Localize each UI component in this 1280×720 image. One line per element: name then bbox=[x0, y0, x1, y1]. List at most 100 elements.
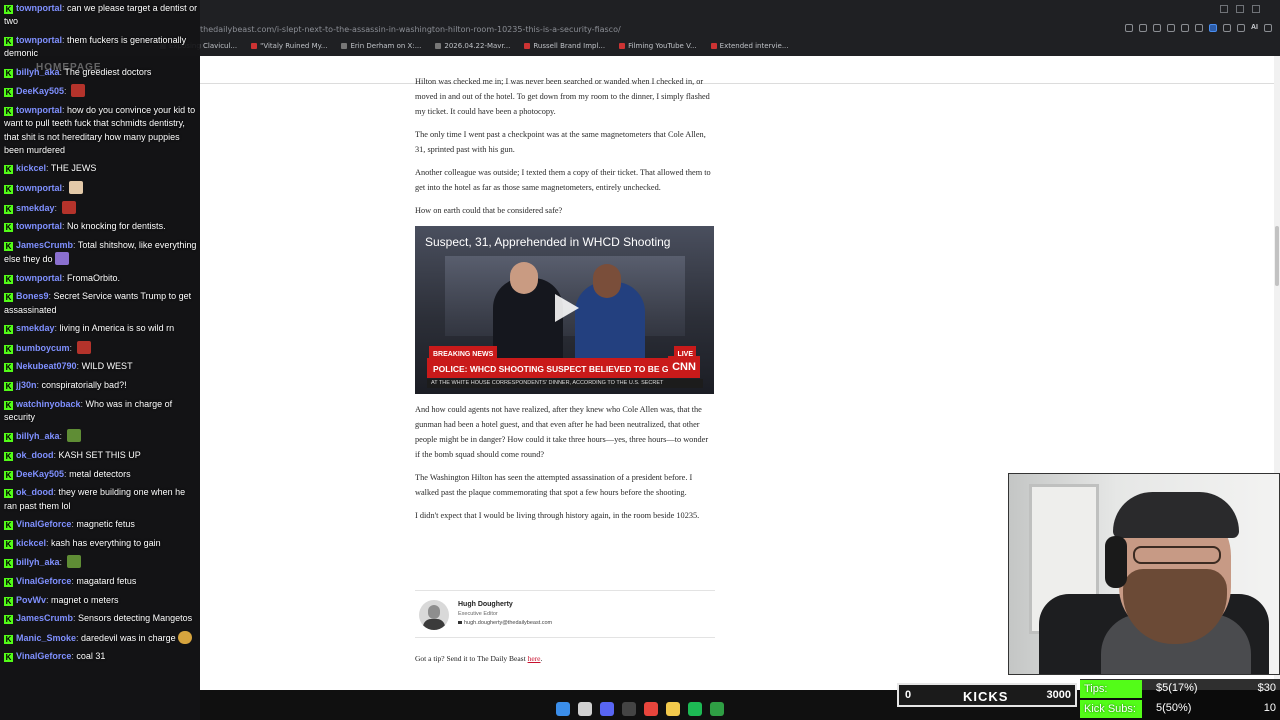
extension-icon[interactable] bbox=[1153, 24, 1161, 32]
kick-badge-icon: K bbox=[4, 36, 13, 46]
profile-icon[interactable] bbox=[1223, 24, 1231, 32]
chat-username[interactable]: watchinyoback bbox=[16, 399, 81, 409]
chat-message: Kbillyh_aka: bbox=[4, 555, 198, 569]
author-email-row[interactable]: hugh.dougherty@thedailybeast.com bbox=[458, 620, 552, 626]
bookmark-item[interactable]: 2026.04.22-Mavr... bbox=[435, 40, 510, 52]
chat-message: Kkickcel: THE JEWS bbox=[4, 162, 198, 175]
menu-icon[interactable] bbox=[1264, 24, 1272, 32]
folder-icon[interactable] bbox=[666, 702, 680, 716]
kick-badge-icon: K bbox=[4, 344, 13, 354]
maximize-icon[interactable] bbox=[1236, 5, 1244, 13]
chat-text: conspiratorially bad?! bbox=[41, 379, 127, 390]
url-text[interactable]: thedailybeast.com/i-slept-next-to-the-as… bbox=[200, 25, 621, 34]
streamer-glasses bbox=[1133, 546, 1221, 564]
chat-username[interactable]: townportal bbox=[16, 3, 62, 13]
scroll-thumb[interactable] bbox=[1275, 226, 1279, 286]
chat-message: K Bones9: Secret Service wants Trump to g… bbox=[4, 290, 198, 317]
chat-username[interactable]: townportal bbox=[16, 35, 62, 45]
chat-username[interactable]: townportal bbox=[16, 273, 62, 283]
chat-username[interactable]: ok_dood bbox=[16, 487, 54, 497]
bookmark-item[interactable]: Extended intervie... bbox=[710, 40, 789, 52]
chat-separator: : bbox=[64, 86, 70, 97]
ai-button[interactable]: AI bbox=[1251, 24, 1258, 32]
chat-username[interactable]: Nekubeat0790 bbox=[16, 361, 77, 371]
extension-icon[interactable] bbox=[1125, 24, 1133, 32]
video-player[interactable]: Suspect, 31, Apprehended in WHCD Shootin… bbox=[415, 226, 714, 394]
chat-username[interactable]: VinalGeforce bbox=[16, 519, 71, 529]
search-icon[interactable] bbox=[578, 702, 592, 716]
chrome-icon[interactable] bbox=[644, 702, 658, 716]
chat-message: Kbillyh_aka: The greediest doctors bbox=[4, 66, 198, 79]
bookmark-item[interactable]: "Vitaly Ruined My... bbox=[251, 40, 327, 52]
play-icon[interactable] bbox=[555, 294, 579, 322]
kick-badge-icon: K bbox=[4, 596, 13, 606]
minimize-icon[interactable] bbox=[1220, 5, 1228, 13]
play-extension-icon[interactable] bbox=[1195, 24, 1203, 32]
extension-icon[interactable] bbox=[1139, 24, 1147, 32]
bookmark-item[interactable]: Filming YouTube V... bbox=[619, 40, 697, 52]
chat-message: K VinalGeforce: magnetic fetus bbox=[4, 518, 198, 531]
article-body: Hilton was checked me in; I was never be… bbox=[415, 74, 715, 531]
chat-message: Ktownportal: can we please target a dent… bbox=[4, 2, 198, 29]
emote-icon bbox=[69, 181, 84, 195]
chat-username[interactable]: townportal bbox=[16, 221, 62, 231]
chat-username[interactable]: PovWv bbox=[16, 595, 46, 605]
author-avatar-face bbox=[428, 605, 440, 619]
chat-username[interactable]: VinalGeforce bbox=[16, 651, 71, 661]
chat-username[interactable]: billyh_aka bbox=[16, 557, 60, 567]
chat-message: Kok_dood: KASH SET THIS UP bbox=[4, 449, 198, 462]
windows-icon[interactable] bbox=[556, 702, 570, 716]
chat-username[interactable]: JamesCrumb bbox=[16, 613, 73, 623]
chat-username[interactable]: townportal bbox=[16, 105, 62, 115]
emote-icon bbox=[66, 555, 81, 569]
cnn-logo: CNN bbox=[668, 356, 700, 378]
chat-username[interactable]: Manic_Smoke bbox=[16, 633, 76, 643]
bookmark-favicon-icon bbox=[524, 43, 531, 49]
spotify-icon[interactable] bbox=[688, 702, 702, 716]
emote-icon bbox=[76, 340, 91, 354]
chat-username[interactable]: smekday bbox=[16, 203, 55, 213]
chat-username[interactable]: kickcel bbox=[16, 538, 46, 548]
chat-text: magnetic fetus bbox=[76, 519, 135, 530]
chat-username[interactable]: DeeKay505 bbox=[16, 469, 64, 479]
emote-icon bbox=[54, 252, 69, 266]
chat-username[interactable]: JamesCrumb bbox=[16, 240, 73, 250]
author-email[interactable]: hugh.dougherty@thedailybeast.com bbox=[464, 620, 552, 626]
xbox-icon[interactable] bbox=[710, 702, 724, 716]
chat-username[interactable]: townportal bbox=[16, 183, 62, 193]
kick-badge-icon: K bbox=[4, 653, 13, 663]
chat-username[interactable]: VinalGeforce bbox=[16, 576, 71, 586]
author-card: Hugh Dougherty Executive Editor hugh.dou… bbox=[415, 590, 715, 638]
chat-username[interactable]: billyh_aka bbox=[16, 67, 60, 77]
tip-link[interactable]: here bbox=[528, 654, 541, 663]
chat-username[interactable]: ok_dood bbox=[16, 450, 54, 460]
download-icon[interactable] bbox=[1237, 24, 1245, 32]
app-icon[interactable] bbox=[622, 702, 636, 716]
speaker-icon[interactable] bbox=[1209, 24, 1217, 32]
author-role: Executive Editor bbox=[458, 611, 498, 617]
bookmark-item[interactable]: Erin Derham on X:... bbox=[341, 40, 421, 52]
author-name[interactable]: Hugh Dougherty bbox=[458, 601, 513, 608]
chat-separator: : bbox=[62, 183, 68, 194]
bookmark-star-icon[interactable] bbox=[1167, 24, 1175, 32]
bookmark-favicon-icon bbox=[710, 43, 717, 49]
shield-icon[interactable] bbox=[1181, 24, 1189, 32]
chat-username[interactable]: DeeKay505 bbox=[16, 86, 64, 96]
mail-icon bbox=[458, 621, 462, 625]
author-avatar[interactable] bbox=[419, 600, 449, 630]
chat-username[interactable]: bumboycum bbox=[16, 343, 70, 353]
kick-badge-icon: K bbox=[4, 88, 13, 98]
kick-badge-icon: K bbox=[4, 539, 13, 549]
chat-username[interactable]: Bones9 bbox=[16, 291, 49, 301]
bookmark-item[interactable]: Russell Brand Impl... bbox=[524, 40, 605, 52]
chat-username[interactable]: jj30n bbox=[16, 380, 37, 390]
close-icon[interactable] bbox=[1252, 5, 1260, 13]
video-anchor-male-head bbox=[510, 262, 538, 294]
chat-username[interactable]: billyh_aka bbox=[16, 431, 60, 441]
chat-username[interactable]: kickcel bbox=[16, 163, 46, 173]
discord-icon[interactable] bbox=[600, 702, 614, 716]
chat-username[interactable]: smekday bbox=[16, 323, 55, 333]
chat-text: WILD WEST bbox=[81, 361, 133, 372]
chat-text: magnet o meters bbox=[51, 594, 119, 605]
address-bar[interactable]: thedailybeast.com/i-slept-next-to-the-as… bbox=[200, 22, 621, 36]
